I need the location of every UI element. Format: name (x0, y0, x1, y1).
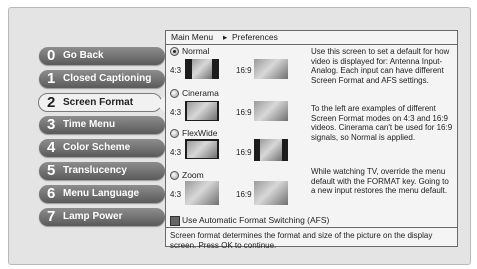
breadcrumb-current: Preferences (232, 32, 278, 42)
ratio-label-16-9: 16:9 (236, 190, 252, 199)
ratio-label-16-9: 16:9 (236, 108, 252, 117)
format-label-zoom: Zoom (182, 170, 204, 180)
breadcrumb-root[interactable]: Main Menu (171, 31, 213, 44)
menu-item-color-scheme[interactable]: 4 Color Scheme (39, 139, 165, 157)
format-label-flexwide: FlexWide (182, 128, 218, 138)
menu-item-label: Menu Language (63, 188, 140, 199)
format-radio-normal[interactable] (170, 47, 179, 56)
preview-zoom-16-9 (254, 181, 288, 205)
menu-item-label: Time Menu (63, 119, 116, 130)
menu-item-menu-language[interactable]: 6 Menu Language (39, 185, 165, 203)
menu-item-number: 5 (47, 162, 56, 179)
ratio-label-4-3: 4:3 (170, 108, 182, 117)
menu-item-label: Color Scheme (63, 142, 131, 153)
help-footer: Screen format determines the format and … (166, 227, 457, 250)
ratio-label-16-9: 16:9 (236, 148, 252, 157)
menu-item-closed-captioning[interactable]: 1 Closed Captioning (39, 70, 165, 88)
breadcrumb-separator: ▸ (223, 32, 228, 42)
preview-zoom-4-3 (185, 181, 219, 205)
preferences-panel: Main Menu ▸ Preferences Normal 4:3 16:9 … (165, 30, 458, 250)
description-paragraph-2: To the left are examples of different Sc… (311, 104, 453, 142)
menu-item-number: 4 (47, 139, 56, 156)
menu-item-number: 1 (47, 70, 56, 87)
format-radio-flexwide[interactable] (170, 129, 179, 138)
afs-label: Use Automatic Format Switching (AFS) (182, 215, 330, 225)
breadcrumb: Main Menu ▸ Preferences (166, 31, 457, 45)
afs-checkbox[interactable] (170, 216, 180, 226)
menu-item-label: Lamp Power (63, 211, 123, 222)
preview-cinerama-4-3 (185, 101, 219, 121)
menu-item-number: 3 (47, 116, 56, 133)
menu-item-label: Screen Format (63, 97, 134, 108)
menu-item-label: Closed Captioning (63, 73, 152, 84)
menu-item-number: 6 (47, 185, 56, 202)
ratio-label-4-3: 4:3 (170, 148, 182, 157)
menu-item-go-back[interactable]: 0 Go Back (39, 47, 165, 65)
menu-item-lamp-power[interactable]: 7 Lamp Power (39, 208, 165, 226)
menu-item-number: 7 (47, 208, 56, 225)
footer-text: Screen format determines the format and … (170, 231, 433, 250)
format-radio-zoom[interactable] (170, 171, 179, 180)
preview-cinerama-16-9 (254, 101, 288, 121)
format-label-cinerama: Cinerama (182, 88, 219, 98)
preview-normal-16-9 (254, 59, 288, 79)
ratio-label-4-3: 4:3 (170, 66, 182, 75)
format-label-normal: Normal (182, 46, 210, 56)
menu-item-screen-format[interactable]: 2 Screen Format (38, 93, 162, 112)
menu-item-translucency[interactable]: 5 Translucency (39, 162, 165, 180)
menu-item-number: 2 (47, 94, 56, 111)
ratio-label-16-9: 16:9 (236, 66, 252, 75)
format-radio-cinerama[interactable] (170, 89, 179, 98)
ratio-label-4-3: 4:3 (170, 190, 182, 199)
menu-item-label: Go Back (63, 50, 104, 61)
preview-normal-4-3 (185, 59, 219, 79)
menu-item-number: 0 (47, 47, 56, 64)
menu-item-time-menu[interactable]: 3 Time Menu (39, 116, 165, 134)
description-paragraph-3: While watching TV, override the menu def… (311, 167, 449, 196)
description-paragraph-1: Use this screen to set a default for how… (311, 47, 450, 85)
preview-flexwide-16-9 (254, 139, 288, 161)
preview-flexwide-4-3 (185, 139, 219, 159)
menu-item-label: Translucency (63, 165, 127, 176)
